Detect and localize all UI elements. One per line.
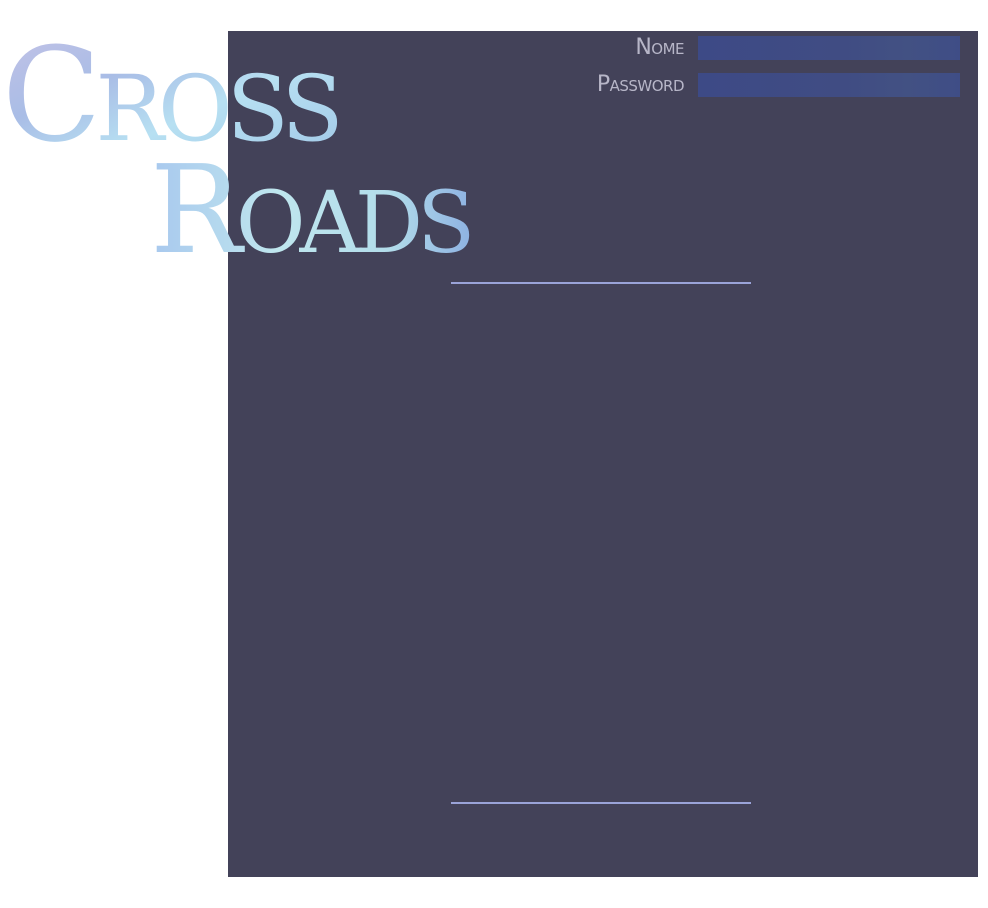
password-label: Password — [596, 72, 685, 97]
password-input[interactable] — [698, 73, 960, 97]
main-panel — [228, 31, 978, 877]
name-label: Nome — [635, 35, 684, 60]
name-input[interactable] — [698, 36, 960, 60]
divider-bottom — [451, 802, 751, 804]
divider-top — [451, 282, 751, 284]
login-name-row: Nome — [534, 36, 960, 60]
login-password-row: Password — [534, 73, 960, 97]
